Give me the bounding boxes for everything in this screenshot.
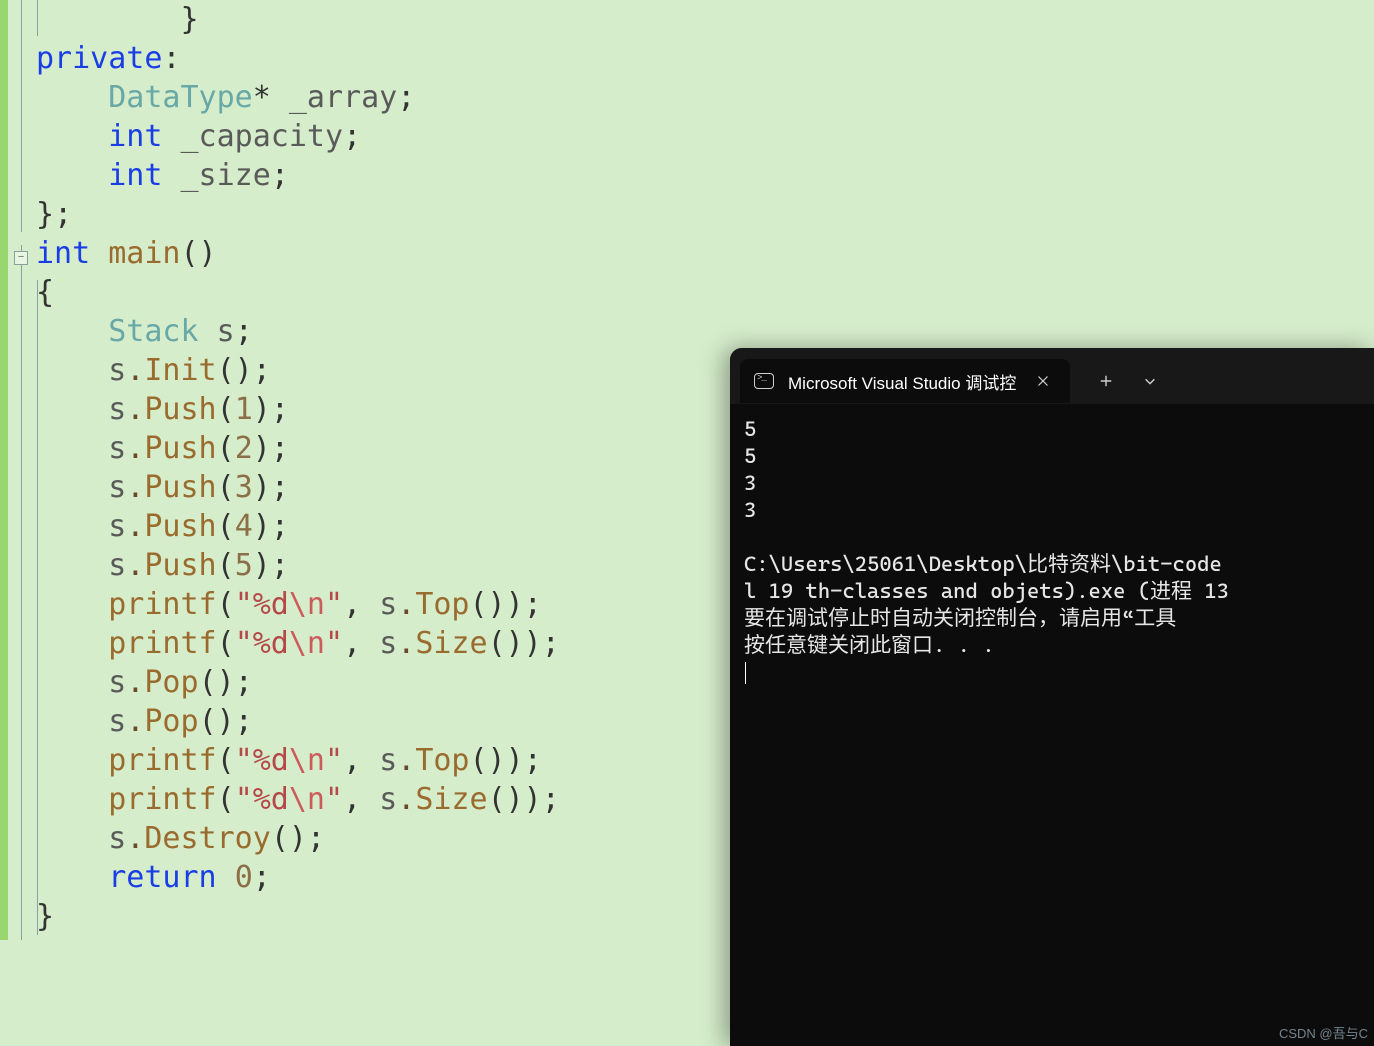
terminal-icon [754,373,774,389]
terminal-cursor [745,662,746,684]
terminal-line: 3 [744,497,1360,524]
code-line[interactable]: int _capacity; [36,117,1236,156]
terminal-line [744,524,1360,551]
terminal-tab-title: Microsoft Visual Studio 调试控 [788,369,1016,394]
fold-gutter: − [8,0,36,940]
change-indicator-bar [0,0,8,940]
terminal-output[interactable]: 5533 C:\Users\25061\Desktop\比特资料\bit-cod… [730,404,1374,698]
code-line[interactable]: Stack s; [36,312,1236,351]
watermark-text: CSDN @吾与C [1279,1023,1368,1042]
code-line[interactable]: int _size; [36,156,1236,195]
code-line[interactable]: { [36,273,1236,312]
tab-dropdown-button[interactable] [1130,363,1170,399]
terminal-titlebar[interactable]: Microsoft Visual Studio 调试控 [730,348,1374,404]
terminal-line: 按任意键关闭此窗口. . . [744,632,1360,659]
new-tab-button[interactable] [1086,363,1126,399]
debug-terminal-window[interactable]: Microsoft Visual Studio 调试控 5533 C:\User… [730,348,1374,1046]
code-line[interactable]: private: [36,39,1236,78]
terminal-line: 要在调试停止时自动关闭控制台，请启用“工具 [744,605,1360,632]
code-line[interactable]: DataType* _array; [36,78,1236,117]
terminal-line: 3 [744,470,1360,497]
terminal-line: 5 [744,443,1360,470]
terminal-header-actions [1086,363,1170,399]
close-icon[interactable] [1030,368,1056,394]
terminal-line: 5 [744,416,1360,443]
terminal-line: C:\Users\25061\Desktop\比特资料\bit-code [744,551,1360,578]
terminal-tab[interactable]: Microsoft Visual Studio 调试控 [740,359,1070,403]
code-line[interactable]: } [36,0,1236,39]
fold-toggle-button[interactable]: − [14,251,28,265]
terminal-line: l 19 th-classes and objets).exe (进程 13 [744,578,1360,605]
code-line[interactable]: }; [36,195,1236,234]
code-line[interactable]: int main() [36,234,1236,273]
